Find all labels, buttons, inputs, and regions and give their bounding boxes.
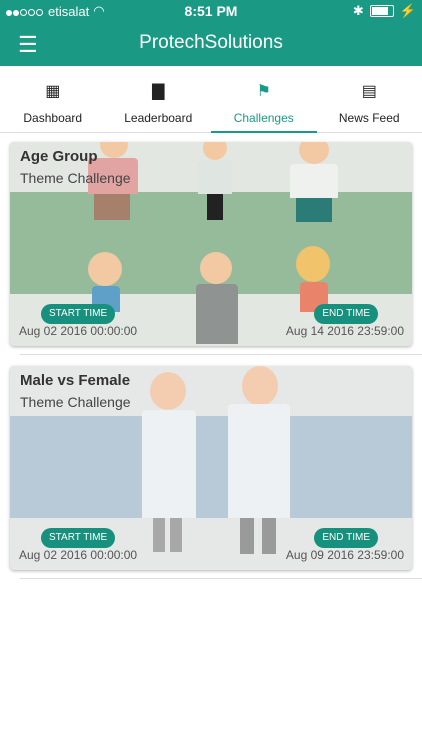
end-date: Aug 09 2016 23:59:00 [285,548,404,562]
status-right: ✱ ⚡ [353,3,416,19]
grid-icon: ▦ [45,83,61,100]
tab-dashboard[interactable]: ▦ Dashboard [0,66,106,132]
tab-news-feed[interactable]: ▤ News Feed [317,66,422,132]
challenge-card-male-vs-female[interactable]: Male vs Female Theme Challenge START TIM… [10,366,412,570]
newspaper-icon: ▤ [361,83,377,100]
tab-label: Dashboard [23,111,83,125]
end-time-button[interactable]: END TIME [314,304,378,324]
start-date: Aug 02 2016 00:00:00 [19,548,138,562]
start-time-button[interactable]: START TIME [41,304,116,324]
flag-icon: ⚑ [256,83,271,100]
divider [20,578,422,579]
app-bar: ☰ ProtechSolutions [0,22,422,66]
tab-label: News Feed [338,111,400,125]
tab-label: Challenges [233,111,294,125]
divider [20,354,422,355]
end-time-button[interactable]: END TIME [314,528,378,548]
challenge-title: Age Group [20,148,98,165]
tab-bar: ▦ Dashboard ▇ Leaderboard ⚑ Challenges ▤… [0,66,422,133]
start-time-button[interactable]: START TIME [41,528,116,548]
status-bar: etisalat ◠ 8:51 PM ✱ ⚡ [0,0,422,22]
challenge-subtitle: Theme Challenge [20,170,131,186]
tab-label: Leaderboard [124,111,193,125]
tab-challenges[interactable]: ⚑ Challenges [211,66,317,133]
challenge-card-age-group[interactable]: Age Group Theme Challenge START TIME END… [10,142,412,346]
start-date: Aug 02 2016 00:00:00 [19,324,138,338]
tab-leaderboard[interactable]: ▇ Leaderboard [106,66,212,132]
challenge-title: Male vs Female [20,372,131,389]
bluetooth-icon: ✱ [352,3,364,18]
battery-icon [369,5,394,17]
charging-icon: ⚡ [399,3,416,18]
app-title: ProtechSolutions [139,32,283,53]
bar-chart-icon: ▇ [152,83,165,100]
end-date: Aug 14 2016 23:59:00 [285,324,404,338]
challenge-subtitle: Theme Challenge [20,394,131,410]
